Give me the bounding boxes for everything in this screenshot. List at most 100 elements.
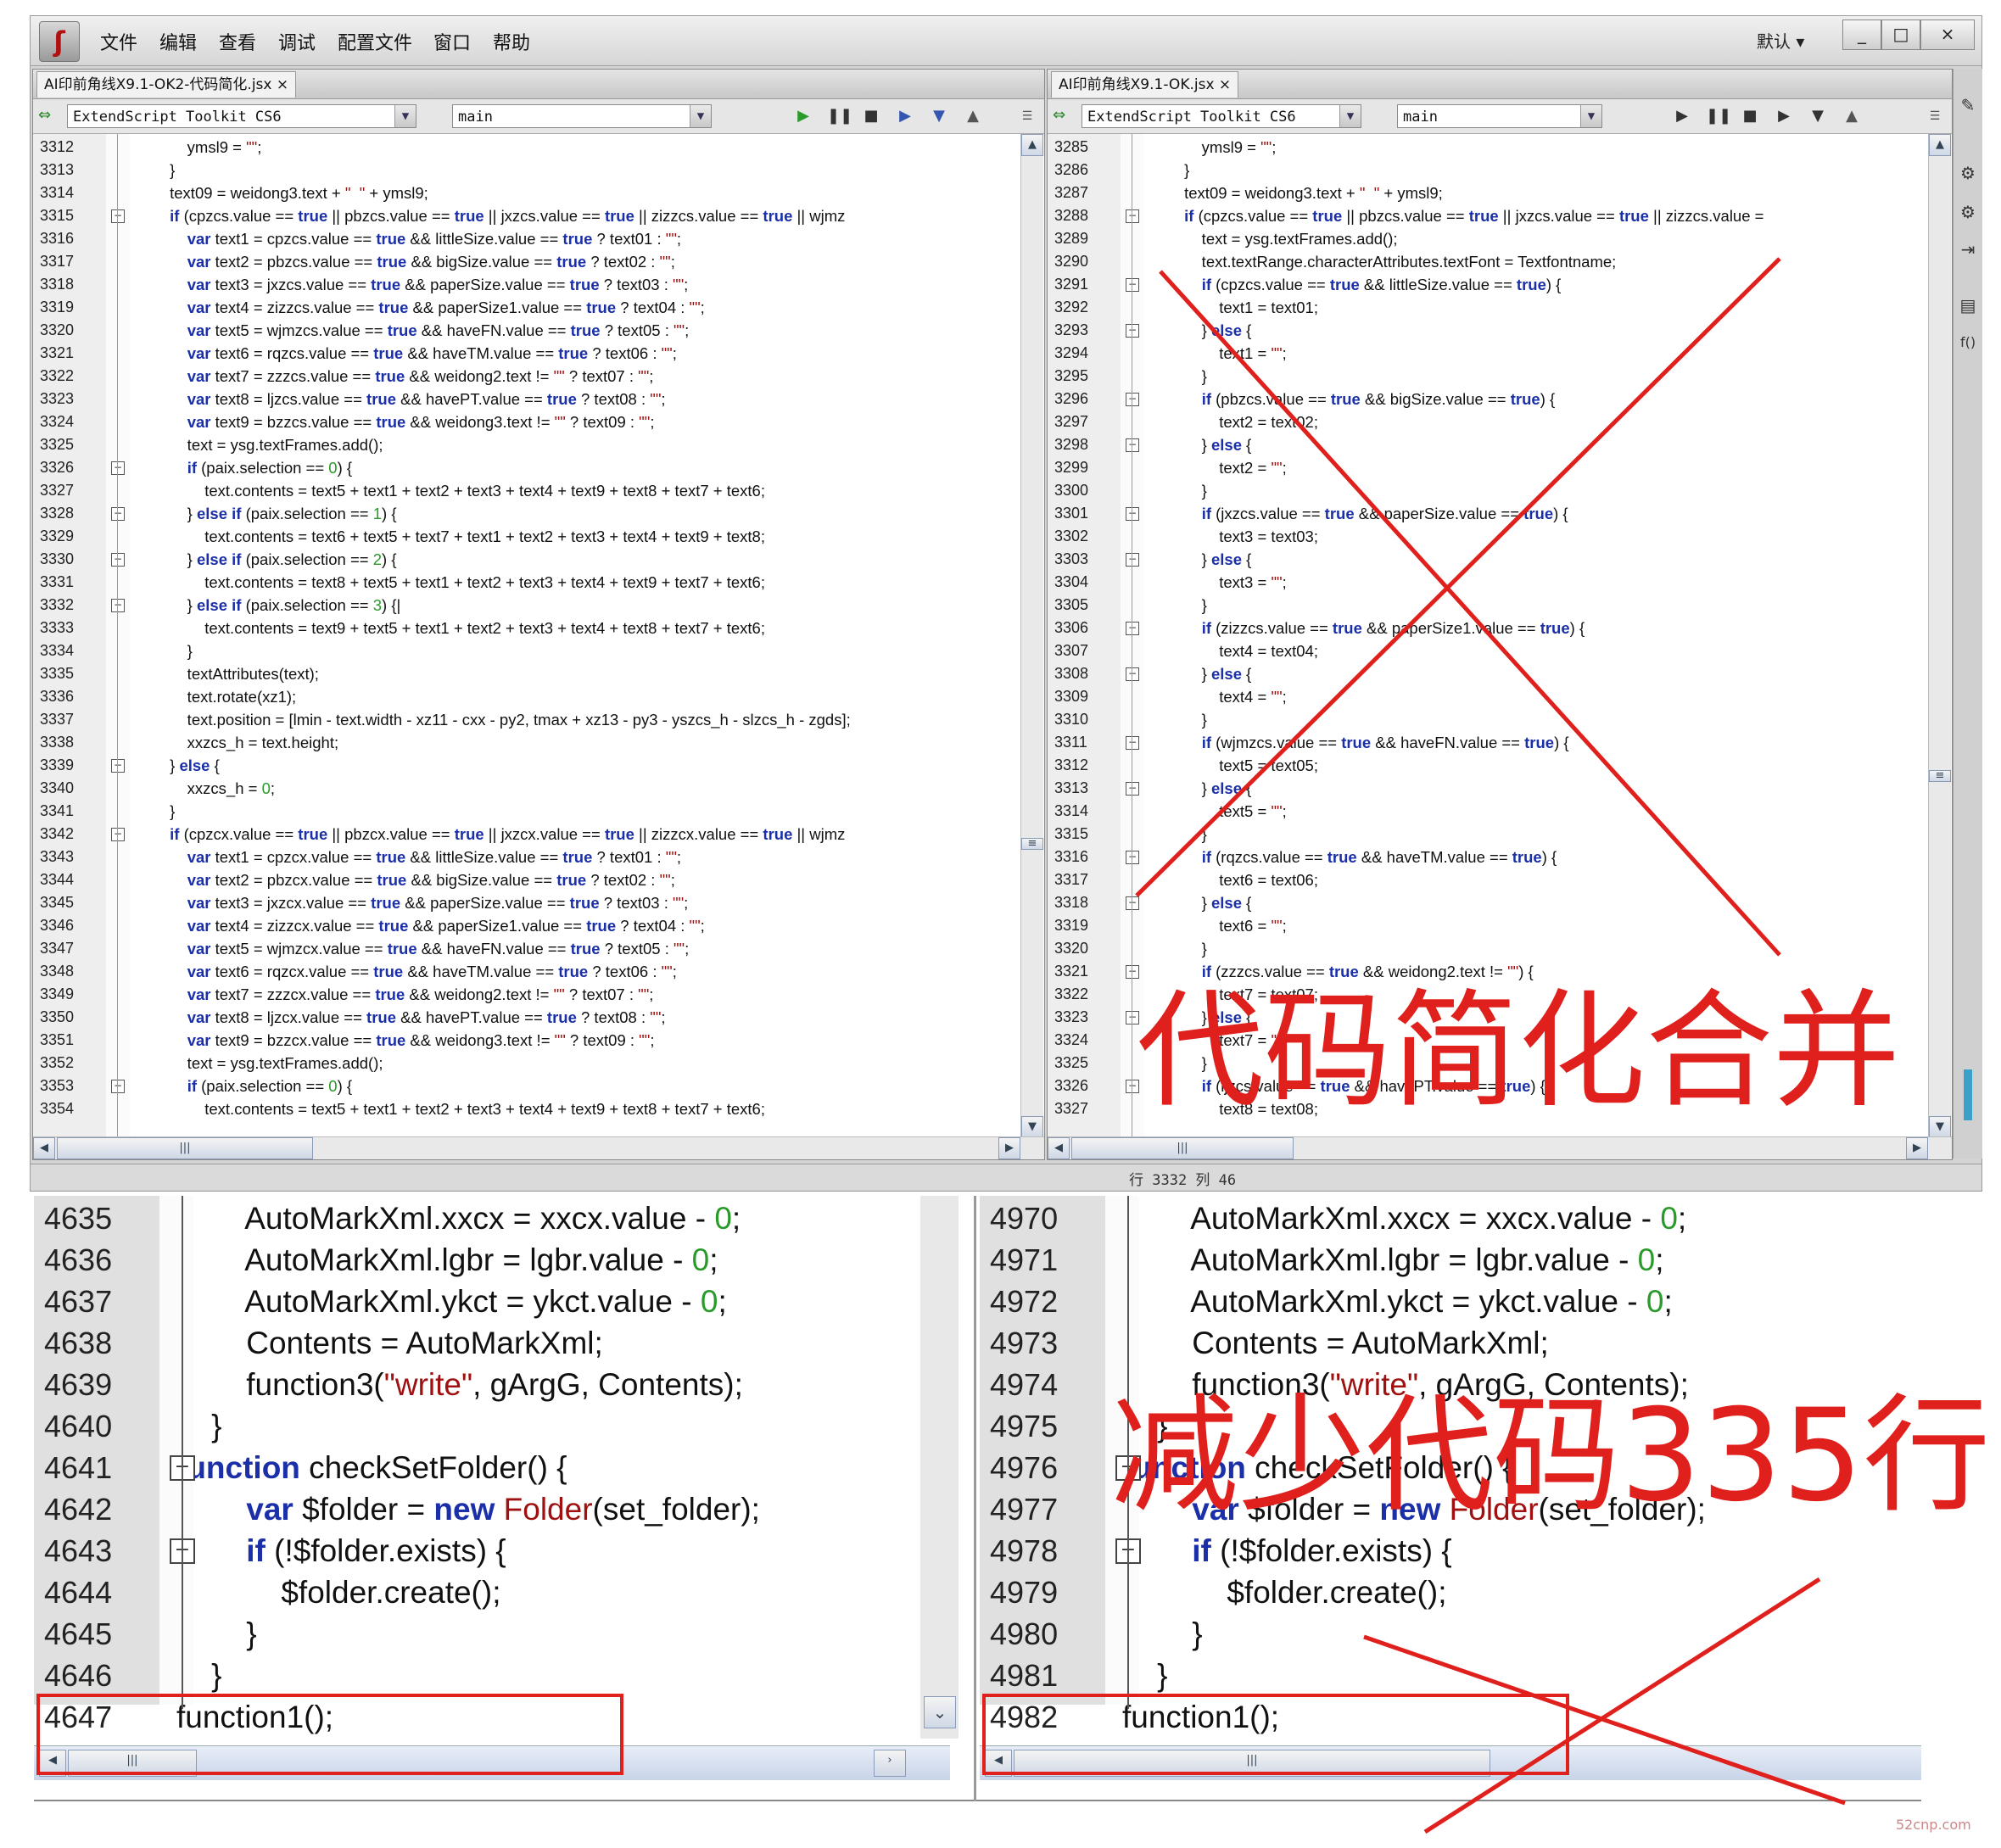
fold-toggle-icon[interactable]: − — [111, 507, 125, 521]
code-line[interactable]: AutoMarkXml.ykct = ykct.value - 0; — [176, 1281, 727, 1322]
scroll-left-icon[interactable]: ◀ — [33, 1137, 55, 1159]
run-icon[interactable]: ▶ — [1672, 106, 1692, 126]
code-line[interactable]: } else { — [135, 754, 220, 777]
code-line[interactable]: text5 = ""; — [1149, 800, 1286, 823]
code-line[interactable]: AutoMarkXml.xxcx = xxcx.value - 0; — [176, 1198, 741, 1239]
code-line[interactable]: var text2 = pbzcx.value == true && bigSi… — [135, 868, 675, 891]
function-icon[interactable]: f() — [1957, 332, 1979, 354]
code-line[interactable]: text2 = text02; — [1149, 410, 1318, 433]
scroll-down-icon[interactable]: ▼ — [1021, 1116, 1043, 1138]
code-line[interactable]: text.textRange.characterAttributes.textF… — [1149, 250, 1617, 273]
code-line[interactable]: var text4 = zizzcx.value == true && pape… — [135, 914, 705, 937]
code-line[interactable]: } — [1149, 594, 1207, 617]
code-line[interactable]: if (cpzcx.value == true || pbzcx.value =… — [135, 823, 845, 846]
code-line[interactable]: var text8 = ljzcs.value == true && haveP… — [135, 388, 666, 410]
code-line[interactable]: var text9 = bzzcs.value == true && weido… — [135, 410, 655, 433]
code-line[interactable]: text.contents = text5 + text1 + text2 + … — [135, 479, 765, 502]
step-icon[interactable]: ⇥ — [1957, 238, 1979, 260]
workspace-preset-dropdown[interactable]: 默认 ▾ — [1757, 28, 1804, 53]
right-vertical-scrollbar[interactable]: ▲ ≡ ▼ — [1928, 134, 1951, 1139]
menu-view[interactable]: 查看 — [219, 28, 256, 55]
fold-toggle-icon[interactable]: − — [1126, 736, 1139, 750]
code-line[interactable]: } — [1149, 823, 1207, 846]
left-target-select[interactable]: ExtendScript Toolkit CS6 ▼ — [67, 104, 416, 128]
pause-icon[interactable]: ❚❚ — [827, 106, 852, 126]
fold-toggle-icon[interactable]: − — [1126, 438, 1139, 452]
left-code-area[interactable]: ymsl9 = ""; } text09 = weidong3.text + "… — [130, 134, 1020, 1139]
code-line[interactable]: text.contents = text8 + text5 + text1 + … — [135, 571, 765, 594]
code-line[interactable]: } else { — [1149, 891, 1252, 914]
code-line[interactable]: } — [1122, 1655, 1167, 1696]
menu-window[interactable]: 窗口 — [433, 28, 471, 55]
fold-toggle-icon[interactable]: − — [111, 599, 125, 612]
code-line[interactable]: } — [135, 639, 193, 662]
code-line[interactable]: if (pbzcs.value == true && bigSize.value… — [1149, 388, 1555, 410]
code-line[interactable]: if (jxzcs.value == true && paperSize.val… — [1149, 502, 1568, 525]
scroll-right-icon[interactable]: ▶ — [1906, 1137, 1928, 1159]
code-line[interactable]: var text1 = cpzcx.value == true && littl… — [135, 846, 681, 868]
code-line[interactable]: text.contents = text9 + text5 + text1 + … — [135, 617, 765, 639]
right-horizontal-scrollbar[interactable]: ◀ ||| ▶ — [1048, 1136, 1952, 1159]
code-line[interactable]: text2 = ""; — [1149, 456, 1286, 479]
scroll-down-icon[interactable]: ▼ — [1929, 1116, 1951, 1138]
code-line[interactable]: } — [1149, 365, 1207, 388]
code-line[interactable]: } — [176, 1405, 221, 1447]
left-document-tab[interactable]: AI印前角线X9.1-OK2-代码简化.jsx × — [36, 71, 297, 98]
panel-menu-icon[interactable]: ☰ — [1925, 106, 1945, 126]
fold-toggle-icon[interactable]: − — [1126, 507, 1139, 521]
code-line[interactable]: if (cpzcs.value == true || pbzcs.value =… — [135, 204, 845, 227]
code-line[interactable]: } — [135, 800, 175, 823]
close-button[interactable]: × — [1920, 20, 1975, 50]
code-line[interactable]: } else if (paix.selection == 1) { — [135, 502, 397, 525]
zoomed-left-code-area[interactable]: AutoMarkXml.xxcx = xxcx.value - 0; AutoM… — [176, 1196, 957, 1739]
code-line[interactable]: var text5 = wjmzcx.value == true && have… — [135, 937, 690, 960]
code-line[interactable]: textAttributes(text); — [135, 662, 319, 685]
step-out-icon[interactable]: ▲ — [963, 106, 983, 126]
code-line[interactable]: xxzcs_h = 0; — [135, 777, 275, 800]
scroll-thumb[interactable]: ≡ — [1929, 770, 1951, 782]
fold-toggle-icon[interactable]: − — [1126, 278, 1139, 292]
code-line[interactable]: if (paix.selection == 0) { — [135, 1075, 352, 1097]
code-line[interactable]: } — [1122, 1613, 1202, 1655]
wrench-icon[interactable]: ✎ — [1957, 94, 1979, 116]
right-target-select[interactable]: ExtendScript Toolkit CS6 ▼ — [1082, 104, 1361, 128]
tab-close-icon[interactable]: × — [1219, 76, 1231, 93]
run-icon[interactable]: ▶ — [793, 106, 813, 126]
code-line[interactable]: AutoMarkXml.xxcx = xxcx.value - 0; — [1122, 1198, 1686, 1239]
code-line[interactable]: } else if (paix.selection == 2) { — [135, 548, 397, 571]
left-engine-select[interactable]: main ▼ — [452, 104, 712, 128]
code-line[interactable]: text5 = text05; — [1149, 754, 1318, 777]
code-line[interactable]: if (!$folder.exists) { — [176, 1530, 506, 1572]
code-line[interactable]: xxzcs_h = text.height; — [135, 731, 338, 754]
fold-toggle-icon[interactable]: − — [1126, 896, 1139, 910]
fold-toggle-icon[interactable]: − — [1126, 965, 1139, 979]
code-line[interactable]: var text7 = zzzcx.value == true && weido… — [135, 983, 654, 1006]
menu-file[interactable]: 文件 — [100, 28, 137, 55]
scroll-down-icon[interactable]: ⌄ — [924, 1696, 956, 1728]
minimize-button[interactable]: _ — [1842, 20, 1881, 50]
code-line[interactable]: var text3 = jxzcs.value == true && paper… — [135, 273, 689, 296]
step-over-icon[interactable]: ▶ — [1774, 106, 1794, 126]
code-line[interactable]: var text5 = wjmzcs.value == true && have… — [135, 319, 690, 342]
code-line[interactable]: var text6 = rqzcs.value == true && haveT… — [135, 342, 677, 365]
code-line[interactable]: } — [176, 1613, 256, 1655]
code-line[interactable]: if (paix.selection == 0) { — [135, 456, 352, 479]
code-line[interactable]: text1 = text01; — [1149, 296, 1318, 319]
link-icon[interactable]: ⇔ — [1053, 108, 1075, 123]
menu-edit[interactable]: 编辑 — [159, 28, 197, 55]
code-line[interactable]: text1 = ""; — [1149, 342, 1286, 365]
fold-toggle-icon[interactable]: − — [1126, 782, 1139, 796]
fold-toggle-icon[interactable]: − — [111, 553, 125, 567]
code-line[interactable]: AutoMarkXml.lgbr = lgbr.value - 0; — [176, 1239, 718, 1281]
code-line[interactable]: text09 = weidong3.text + " " + ymsl9; — [1149, 181, 1443, 204]
fold-toggle-icon[interactable]: − — [1126, 393, 1139, 406]
scroll-left-icon[interactable]: ◀ — [1048, 1137, 1070, 1159]
breakpoints-icon[interactable]: ⚙ — [1957, 162, 1979, 184]
left-horizontal-scrollbar[interactable]: ◀ ||| ▶ — [33, 1136, 1044, 1159]
code-line[interactable]: } else { — [1149, 319, 1252, 342]
code-line[interactable]: text = ysg.textFrames.add(); — [135, 433, 383, 456]
code-line[interactable]: text = ysg.textFrames.add(); — [135, 1052, 383, 1075]
code-line[interactable]: text3 = ""; — [1149, 571, 1286, 594]
code-line[interactable]: } else if (paix.selection == 3) {| — [135, 594, 401, 617]
code-line[interactable]: text6 = text06; — [1149, 868, 1318, 891]
